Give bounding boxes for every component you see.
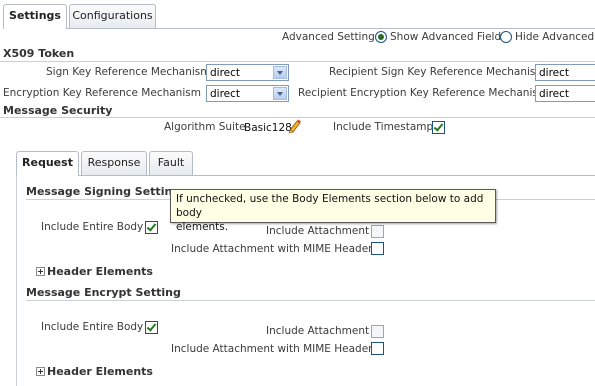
tab-response[interactable]: Response: [81, 151, 147, 175]
signing-include-body-label: Include Entire Body: [41, 221, 144, 233]
enc-key-label: Encryption Key Reference Mechanism: [3, 87, 201, 99]
signing-header: Message Signing Setting: [26, 185, 181, 198]
hide-advanced-label[interactable]: Hide Advanced F: [515, 31, 595, 43]
message-security-header: Message Security: [3, 104, 113, 117]
x509-divider: [0, 61, 595, 62]
inner-tab-baseline: [79, 175, 595, 176]
signing-include-mime-label: Include Attachment with MIME Headers: [171, 243, 378, 255]
signing-header-elements[interactable]: Header Elements: [47, 265, 153, 278]
algorithm-suite-value: Basic128: [244, 122, 292, 134]
top-tab-baseline: [67, 28, 595, 29]
sign-key-value: direct: [210, 67, 241, 79]
chevron-down-icon[interactable]: [273, 87, 287, 100]
encrypt-include-mime-checkbox[interactable]: [371, 342, 384, 355]
encrypt-header: Message Encrypt Setting: [26, 286, 181, 299]
recipient-sign-key-select[interactable]: direct: [535, 64, 595, 81]
message-security-divider: [0, 117, 595, 118]
tooltip-line-1: If unchecked, use the Body Elements sect…: [176, 193, 484, 219]
encrypt-include-body-label: Include Entire Body: [41, 321, 144, 333]
recipient-enc-key-label: Recipient Encryption Key Reference Mecha…: [298, 87, 549, 99]
chevron-down-icon[interactable]: [273, 66, 287, 79]
tab-fault[interactable]: Fault: [149, 151, 193, 175]
tab-request[interactable]: Request: [16, 151, 79, 176]
encrypt-header-elements[interactable]: Header Elements: [47, 365, 153, 378]
signing-include-body-checkbox[interactable]: [145, 221, 158, 234]
recipient-enc-key-select[interactable]: direct: [535, 85, 595, 102]
pencil-icon[interactable]: [287, 119, 301, 134]
encrypt-include-attachment-label: Include Attachment: [266, 325, 370, 337]
encrypt-include-attachment-checkbox[interactable]: [371, 325, 384, 338]
inner-panel-left-border: [16, 175, 17, 386]
tooltip-line-2: elements.: [176, 221, 229, 233]
tab-settings[interactable]: Settings: [3, 4, 67, 29]
enc-key-value: direct: [210, 88, 241, 100]
show-advanced-radio[interactable]: [375, 31, 387, 43]
include-body-tooltip: If unchecked, use the Body Elements sect…: [170, 189, 496, 233]
encrypt-divider: [26, 300, 595, 301]
algorithm-suite-label: Algorithm Suite: [164, 121, 246, 133]
signing-include-mime-checkbox[interactable]: [371, 242, 384, 255]
tab-configurations[interactable]: Configurations: [69, 4, 156, 28]
enc-key-select[interactable]: direct: [206, 85, 289, 102]
sign-key-label: Sign Key Reference Mechanism: [46, 66, 211, 78]
x509-token-header: X509 Token: [3, 47, 75, 60]
include-timestamp-label: Include Timestamp: [333, 121, 434, 133]
recipient-sign-key-value: direct: [539, 67, 570, 79]
recipient-sign-key-label: Recipient Sign Key Reference Mechanism: [329, 66, 546, 78]
plus-box-icon[interactable]: [36, 367, 45, 376]
hide-advanced-radio[interactable]: [500, 31, 512, 43]
show-advanced-label[interactable]: Show Advanced Fields: [390, 31, 507, 43]
include-timestamp-checkbox[interactable]: [432, 121, 445, 134]
encrypt-include-mime-label: Include Attachment with MIME Headers: [171, 343, 378, 355]
recipient-enc-key-value: direct: [539, 88, 570, 100]
encrypt-include-body-checkbox[interactable]: [145, 321, 158, 334]
sign-key-select[interactable]: direct: [206, 64, 289, 81]
plus-box-icon[interactable]: [36, 267, 45, 276]
advanced-setting-label: Advanced Setting: [282, 31, 375, 43]
